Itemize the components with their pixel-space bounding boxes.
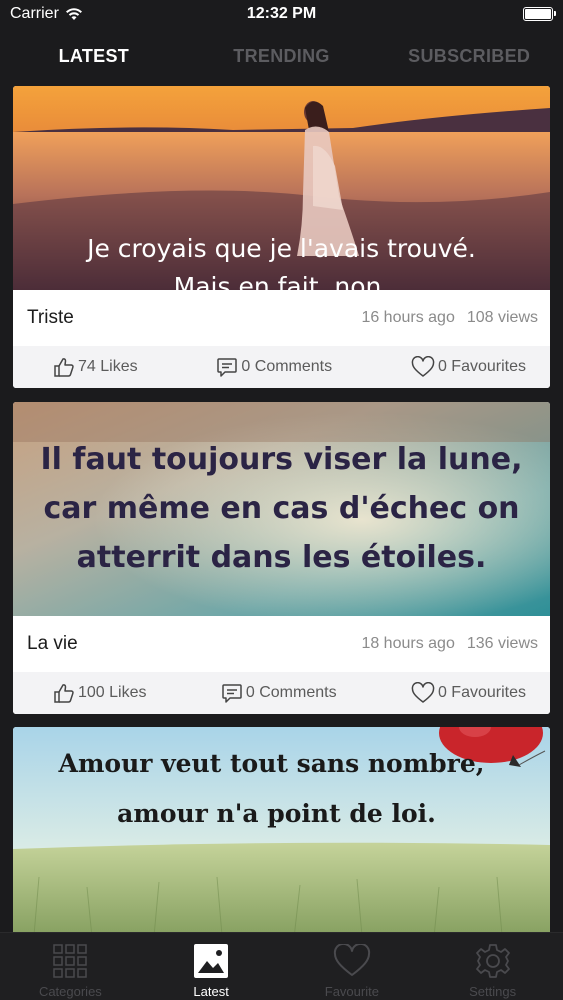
like-button[interactable]: 74 Likes: [53, 356, 138, 378]
favourites-count: 0 Favourites: [437, 684, 526, 701]
thumbs-up-icon: [54, 684, 74, 703]
image-icon: [194, 944, 229, 978]
tab-settings[interactable]: Settings: [422, 933, 563, 1000]
post-meta: 18 hours ago 136 views: [361, 635, 538, 653]
post-meta: 16 hours ago 108 views: [361, 309, 538, 327]
image-quote-line-1: Amour veut tout sans nombre,: [58, 749, 485, 778]
post-category[interactable]: La vie: [27, 633, 78, 655]
comments-count: 0 Comments: [241, 358, 333, 375]
tab-trending[interactable]: TRENDING: [188, 38, 376, 78]
tab-subscribed[interactable]: SUBSCRIBED: [375, 38, 563, 78]
post-image[interactable]: Il faut toujours viser la lune, car même…: [13, 402, 550, 616]
comment-icon: [217, 358, 238, 377]
tab-latest[interactable]: LATEST: [0, 38, 188, 78]
heart-icon: [333, 944, 370, 976]
heart-icon: [411, 356, 435, 377]
favourite-button[interactable]: 0 Favourites: [411, 682, 526, 704]
tab-categories[interactable]: Categories: [0, 933, 141, 1000]
heart-icon: [411, 682, 435, 703]
post-card[interactable]: Amour veut tout sans nombre, amour n'a p…: [13, 727, 550, 947]
favourites-count: 0 Favourites: [437, 358, 526, 375]
tab-latest-bottom[interactable]: Latest: [141, 933, 282, 1000]
grid-icon: [53, 944, 88, 978]
post-category[interactable]: Triste: [27, 307, 74, 329]
image-quote-line-2: amour n'a point de loi.: [117, 799, 436, 828]
tab-favourite-label: Favourite: [324, 984, 379, 999]
tab-latest-label: Latest: [193, 984, 229, 999]
post-info: Triste 16 hours ago 108 views: [13, 290, 550, 346]
post-time: 16 hours ago: [361, 309, 455, 326]
tab-categories-label: Categories: [38, 984, 102, 999]
post-card[interactable]: Je croyais que je l'avais trouvé. Mais e…: [13, 86, 550, 388]
comment-icon: [222, 684, 242, 703]
post-time: 18 hours ago: [361, 635, 455, 652]
battery-icon: [523, 7, 556, 21]
status-bar: Carrier 12:32 PM: [0, 0, 563, 28]
post-image[interactable]: Je croyais que je l'avais trouvé. Mais e…: [13, 86, 550, 290]
post-card[interactable]: Il faut toujours viser la lune, car même…: [13, 402, 550, 714]
comments-button[interactable]: 0 Comments: [221, 682, 337, 704]
thumbs-up-icon: [54, 358, 74, 377]
likes-count: 100 Likes: [78, 684, 147, 701]
image-quote-line-3: atterrit dans les étoiles.: [76, 540, 487, 575]
top-tabs: LATEST TRENDING SUBSCRIBED: [0, 38, 563, 78]
post-image[interactable]: Amour veut tout sans nombre, amour n'a p…: [13, 727, 550, 947]
post-views: 108 views: [466, 309, 538, 326]
favourite-button[interactable]: 0 Favourites: [411, 356, 526, 378]
tab-favourite[interactable]: Favourite: [282, 933, 423, 1000]
bottom-tab-bar: Categories Latest Favourite Settings: [0, 932, 563, 1000]
comments-button[interactable]: 0 Comments: [216, 356, 332, 378]
post-views: 136 views: [466, 635, 538, 652]
image-quote-line-2: car même en cas d'échec on: [43, 491, 520, 526]
post-actions: 100 Likes 0 Comments 0 Favourites: [13, 672, 550, 714]
comments-count: 0 Comments: [245, 684, 337, 701]
like-button[interactable]: 100 Likes: [53, 682, 147, 704]
post-actions: 74 Likes 0 Comments 0 Favourites: [13, 346, 550, 388]
status-time: 12:32 PM: [246, 5, 317, 22]
tab-settings-label: Settings: [469, 984, 517, 999]
app-screen: Carrier 12:32 PM LATEST TRENDING SUBSCRI…: [0, 0, 563, 1000]
gear-icon: [475, 944, 510, 978]
image-quote-line-1: Je croyais que je l'avais trouvé.: [87, 234, 476, 263]
likes-count: 74 Likes: [78, 358, 138, 375]
image-quote-line-2: Mais en fait, non.: [173, 272, 390, 290]
image-quote-line-1: Il faut toujours viser la lune,: [40, 442, 523, 477]
post-info: La vie 18 hours ago 136 views: [13, 616, 550, 672]
